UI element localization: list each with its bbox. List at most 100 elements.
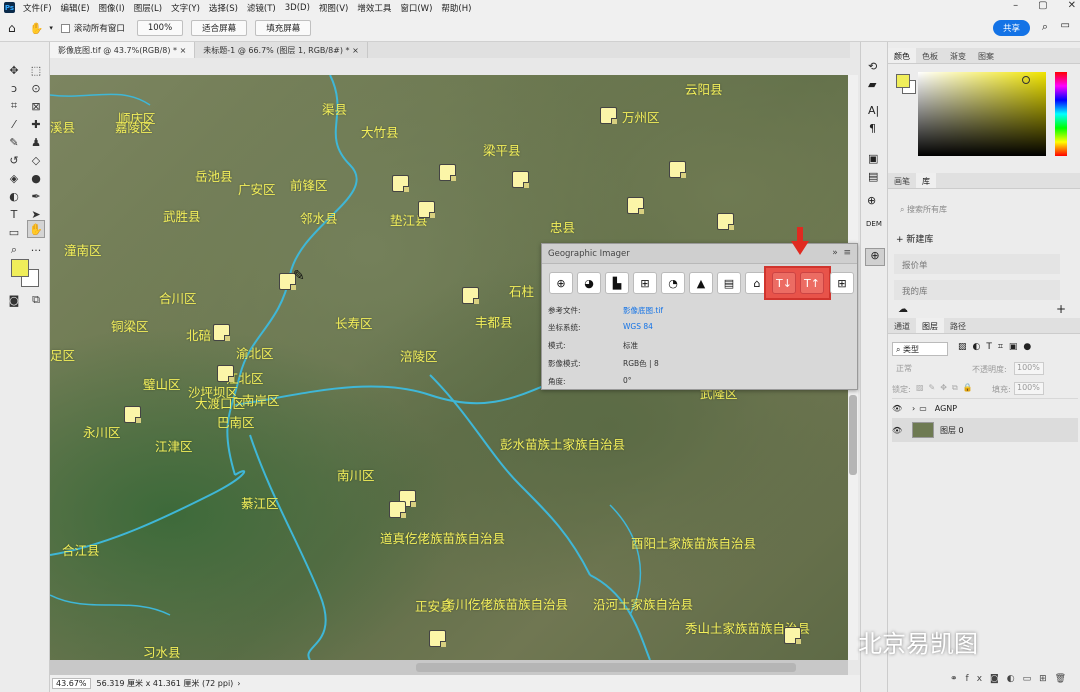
horizontal-scrollbar[interactable] bbox=[50, 660, 848, 675]
note-icon[interactable] bbox=[784, 627, 801, 644]
tab-image-base[interactable]: 影像底图.tif @ 43.7%(RGB/8) * × bbox=[50, 42, 196, 58]
menu-help[interactable]: 帮助(H) bbox=[441, 2, 471, 14]
note-icon[interactable] bbox=[512, 171, 529, 188]
library-search-field[interactable]: ⌕ 搜索所有库 bbox=[894, 202, 1066, 218]
menu-select[interactable]: 选择(S) bbox=[209, 2, 238, 14]
character-icon[interactable]: A| bbox=[868, 104, 879, 117]
scroll-thumb[interactable] bbox=[416, 663, 796, 672]
note-icon[interactable] bbox=[392, 175, 409, 192]
comment-icon[interactable]: ▰ bbox=[868, 78, 876, 91]
tab-patterns[interactable]: 图案 bbox=[972, 48, 1000, 63]
note-icon[interactable] bbox=[429, 630, 446, 647]
note-icon[interactable] bbox=[627, 197, 644, 214]
maximize-icon[interactable]: ▢ bbox=[1038, 0, 1047, 11]
tab-layers[interactable]: 图层 bbox=[916, 318, 944, 333]
menu-file[interactable]: 文件(F) bbox=[23, 2, 52, 14]
tab-brushes[interactable]: 画笔 bbox=[888, 173, 916, 188]
fg-color-chip[interactable] bbox=[896, 74, 910, 88]
hand-tool-icon[interactable]: ✋ bbox=[30, 22, 44, 35]
history-icon[interactable]: ⟲ bbox=[868, 60, 877, 73]
properties-icon[interactable]: ▣ bbox=[868, 152, 878, 165]
eyedropper-tool-icon[interactable]: ⁄ bbox=[5, 116, 23, 132]
workspace-icon[interactable]: ▭ bbox=[1061, 20, 1070, 31]
reference-file-link[interactable]: 影像底图.tif bbox=[623, 305, 663, 316]
tab-untitled[interactable]: 未标题-1 @ 66.7% (图层 1, RGB/8#) * × bbox=[195, 42, 368, 58]
zoom-level[interactable]: 43.67% bbox=[52, 678, 91, 689]
foreground-color-swatch[interactable] bbox=[11, 259, 29, 277]
chevron-down-icon[interactable]: ▾ bbox=[49, 24, 53, 32]
menu-view[interactable]: 视图(V) bbox=[319, 2, 348, 14]
menu-type[interactable]: 文字(Y) bbox=[171, 2, 200, 14]
menu-image[interactable]: 图像(I) bbox=[99, 2, 125, 14]
scroll-thumb[interactable] bbox=[849, 395, 857, 475]
paragraph-icon[interactable]: ¶ bbox=[869, 122, 876, 135]
fit-screen-button[interactable]: 适合屏幕 bbox=[191, 20, 248, 36]
fill-screen-button[interactable]: 填充屏幕 bbox=[255, 20, 312, 36]
color-picker-field[interactable] bbox=[918, 72, 1046, 156]
quick-mask-icon[interactable]: ◙ bbox=[5, 292, 23, 308]
menu-window[interactable]: 窗口(W) bbox=[400, 2, 432, 14]
target-icon[interactable]: ⊕ bbox=[549, 272, 573, 294]
menu-edit[interactable]: 编辑(E) bbox=[61, 2, 90, 14]
dem-icon[interactable]: DEM bbox=[866, 220, 882, 228]
hue-slider[interactable] bbox=[1055, 72, 1067, 156]
dodge-tool-icon[interactable]: ◐ bbox=[5, 188, 23, 204]
crop-tool-icon[interactable]: ⌗ bbox=[5, 98, 23, 114]
adjustments-icon[interactable]: ▤ bbox=[868, 170, 878, 183]
grid-icon[interactable]: ⊞ bbox=[633, 272, 657, 294]
library-item[interactable]: 报价单 bbox=[894, 254, 1060, 274]
marquee-tool-icon[interactable]: ⬚ bbox=[27, 62, 45, 78]
fill-field[interactable]: 100% bbox=[1014, 382, 1044, 395]
mountain-icon[interactable]: ▲ bbox=[689, 272, 713, 294]
layer-row[interactable]: 👁 图层 0 bbox=[892, 418, 1078, 442]
blend-mode-select[interactable]: 正常 bbox=[892, 362, 966, 376]
eraser-tool-icon[interactable]: ◇ bbox=[27, 152, 45, 168]
tab-gradients[interactable]: 渐变 bbox=[944, 48, 972, 63]
tab-swatches[interactable]: 色板 bbox=[916, 48, 944, 63]
opacity-field[interactable]: 100% bbox=[1014, 362, 1044, 375]
chevron-right-icon[interactable]: › bbox=[912, 404, 915, 413]
geographic-imager-icon[interactable]: ⊕ bbox=[865, 248, 885, 266]
layer-filter-icons[interactable]: ▨◐T⌗▣● bbox=[958, 342, 1037, 352]
move-tool-icon[interactable]: ✥ bbox=[5, 62, 23, 78]
tab-channels[interactable]: 通道 bbox=[888, 318, 916, 333]
geo-info-icon[interactable]: ⊕ bbox=[867, 194, 876, 207]
menu-plugins[interactable]: 增效工具 bbox=[357, 2, 391, 14]
tab-libraries[interactable]: 库 bbox=[916, 173, 936, 188]
screen-mode-icon[interactable]: ⧉ bbox=[27, 292, 45, 308]
frame-tool-icon[interactable]: ⊠ bbox=[27, 98, 45, 114]
add-frame-icon[interactable]: ⊞ bbox=[830, 272, 854, 294]
minimize-icon[interactable]: – bbox=[1013, 0, 1018, 11]
menu-layer[interactable]: 图层(L) bbox=[134, 2, 162, 14]
collapse-icon[interactable]: » bbox=[832, 248, 838, 258]
lock-icons[interactable]: ▨✎✥⧉🔒 bbox=[916, 383, 978, 393]
more-tools-icon[interactable]: ··· bbox=[27, 242, 45, 258]
zoom-100-button[interactable]: 100% bbox=[136, 20, 184, 36]
note-icon[interactable] bbox=[600, 107, 617, 124]
layer-filter-select[interactable]: ⌕ 类型 bbox=[892, 342, 948, 356]
quick-select-tool-icon[interactable]: ⊙ bbox=[27, 80, 45, 96]
note-icon[interactable] bbox=[439, 164, 456, 181]
menu-3d[interactable]: 3D(D) bbox=[285, 3, 310, 13]
note-icon[interactable] bbox=[418, 201, 435, 218]
search-icon[interactable]: ⌕ bbox=[1042, 20, 1048, 34]
note-icon[interactable] bbox=[389, 501, 406, 518]
note-icon[interactable] bbox=[124, 406, 141, 423]
note-icon[interactable] bbox=[669, 161, 686, 178]
hand-tool-active-icon[interactable]: ✋ bbox=[27, 220, 45, 238]
stamp-tool-icon[interactable]: ♟ bbox=[27, 134, 45, 150]
pen-tool-icon[interactable]: ✒ bbox=[27, 188, 45, 204]
panel-menu-icon[interactable]: ≡ bbox=[843, 248, 851, 258]
library-item[interactable]: 我的库 bbox=[894, 280, 1060, 300]
note-icon[interactable] bbox=[217, 365, 234, 382]
history-brush-icon[interactable]: ↺ bbox=[5, 152, 23, 168]
tab-paths[interactable]: 路径 bbox=[944, 318, 972, 333]
chevron-right-icon[interactable]: › bbox=[237, 679, 240, 688]
menu-filter[interactable]: 滤镜(T) bbox=[247, 2, 276, 14]
table-icon[interactable]: ▤ bbox=[717, 272, 741, 294]
eye-icon[interactable]: 👁 bbox=[892, 404, 906, 413]
note-icon[interactable] bbox=[717, 213, 734, 230]
note-icon[interactable] bbox=[213, 324, 230, 341]
type-tool-icon[interactable]: T bbox=[5, 206, 23, 222]
blur-tool-icon[interactable]: ● bbox=[27, 170, 45, 186]
